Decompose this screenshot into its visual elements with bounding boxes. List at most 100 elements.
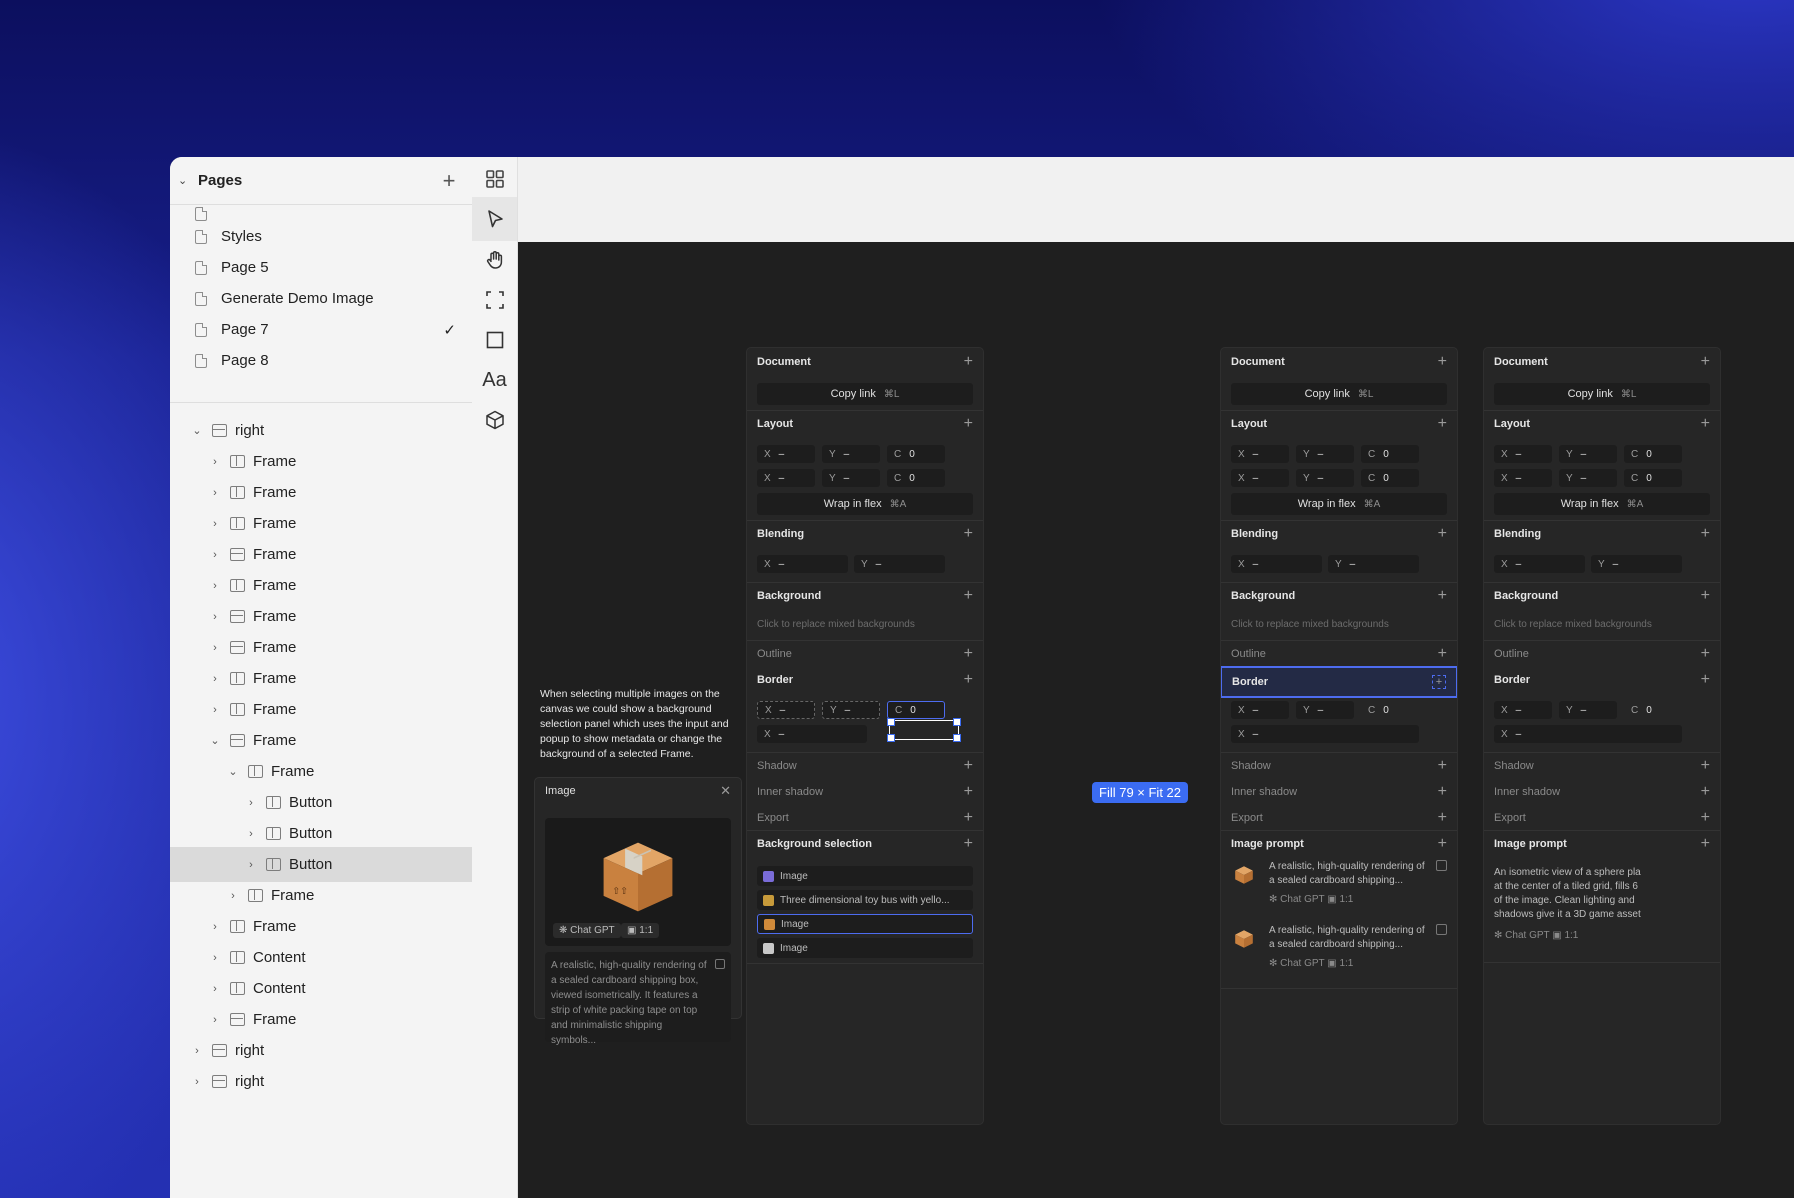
- copy-link-button[interactable]: Copy link ⌘L: [757, 383, 973, 405]
- chevron-right-icon[interactable]: ›: [208, 456, 222, 468]
- layout-x2-field[interactable]: X –: [757, 469, 815, 487]
- layer-row[interactable]: › Content: [170, 940, 472, 975]
- outline-section[interactable]: Outline +: [1484, 640, 1720, 668]
- add-icon[interactable]: +: [1701, 587, 1710, 605]
- page-item[interactable]: Page 8: [170, 343, 472, 378]
- background-placeholder[interactable]: Click to replace mixed backgrounds: [757, 619, 915, 630]
- copy-icon[interactable]: [1436, 860, 1447, 871]
- layer-row[interactable]: › Content: [170, 971, 472, 1006]
- image-prompt-section[interactable]: Image prompt +: [1221, 830, 1457, 858]
- page-item[interactable]: Generate Demo Image: [170, 281, 472, 316]
- blending-y-field[interactable]: Y –: [854, 555, 945, 573]
- layout-x-field[interactable]: X –: [1231, 445, 1289, 463]
- chevron-down-icon[interactable]: ⌄: [178, 174, 192, 187]
- document-section[interactable]: Document +: [747, 348, 983, 376]
- layout-x2-field[interactable]: X –: [1494, 469, 1552, 487]
- layer-row[interactable]: › Frame: [170, 1002, 472, 1037]
- layout-c2-field[interactable]: C0: [1624, 469, 1682, 487]
- add-icon[interactable]: +: [964, 587, 973, 605]
- layout-y-field[interactable]: Y –: [1296, 445, 1354, 463]
- copy-link-button[interactable]: Copy link ⌘L: [1494, 383, 1710, 405]
- layer-row[interactable]: ⌄ right: [170, 413, 472, 448]
- layer-row[interactable]: › Frame: [170, 506, 472, 541]
- background-section[interactable]: Background +: [747, 582, 983, 610]
- layer-row[interactable]: ⌄ Frame: [170, 723, 472, 758]
- components-icon[interactable]: [472, 157, 517, 201]
- layout-y2-field[interactable]: Y –: [1559, 469, 1617, 487]
- 3d-icon[interactable]: [472, 398, 517, 442]
- border-x-field[interactable]: X –: [1231, 701, 1289, 719]
- layer-row[interactable]: › Frame: [170, 444, 472, 479]
- inner-shadow-section[interactable]: Inner shadow +: [1484, 778, 1720, 806]
- layer-row[interactable]: ⌄ Frame: [170, 754, 472, 789]
- border-y-field[interactable]: Y –: [1296, 701, 1354, 719]
- border-c-field[interactable]: C0: [887, 701, 945, 719]
- border-x-field[interactable]: X –: [757, 701, 815, 719]
- chevron-right-icon[interactable]: ›: [208, 952, 222, 964]
- ratio-chip[interactable]: ▣ 1:1: [621, 923, 660, 938]
- layout-section[interactable]: Layout +: [1484, 410, 1720, 438]
- background-item[interactable]: Image: [757, 938, 973, 958]
- shadow-section[interactable]: Shadow +: [1484, 752, 1720, 780]
- layer-row[interactable]: › Frame: [170, 909, 472, 944]
- chevron-right-icon[interactable]: ›: [208, 611, 222, 623]
- chevron-right-icon[interactable]: ›: [190, 1076, 204, 1088]
- background-item[interactable]: Image: [757, 866, 973, 886]
- text-icon[interactable]: Aa: [472, 358, 517, 402]
- chevron-right-icon[interactable]: ›: [244, 828, 258, 840]
- layer-row[interactable]: › right: [170, 1064, 472, 1099]
- chevron-right-icon[interactable]: ›: [190, 1045, 204, 1057]
- add-icon[interactable]: +: [1438, 525, 1447, 543]
- add-icon[interactable]: +: [964, 415, 973, 433]
- add-icon[interactable]: +: [1432, 675, 1446, 689]
- copy-icon[interactable]: [1436, 924, 1447, 935]
- add-icon[interactable]: +: [964, 757, 973, 775]
- model-chip[interactable]: ❋ Chat GPT: [553, 923, 621, 938]
- export-section[interactable]: Export +: [1484, 804, 1720, 832]
- add-icon[interactable]: +: [964, 809, 973, 827]
- background-item[interactable]: Image: [757, 914, 973, 934]
- layer-row[interactable]: › Frame: [170, 692, 472, 727]
- add-icon[interactable]: +: [1438, 587, 1447, 605]
- image-prompt-section[interactable]: Image prompt +: [1484, 830, 1720, 858]
- border-section[interactable]: Border +: [1484, 666, 1720, 694]
- chevron-down-icon[interactable]: ⌄: [226, 765, 240, 778]
- layout-y2-field[interactable]: Y –: [1296, 469, 1354, 487]
- export-section[interactable]: Export +: [747, 804, 983, 832]
- copy-icon[interactable]: [715, 959, 725, 969]
- layout-c2-field[interactable]: C0: [887, 469, 945, 487]
- add-icon[interactable]: +: [1701, 645, 1710, 663]
- layer-row[interactable]: › right: [170, 1033, 472, 1068]
- border-section[interactable]: Border +: [1221, 666, 1457, 698]
- document-section[interactable]: Document +: [1221, 348, 1457, 376]
- image-preview[interactable]: ⇧⇧ ❋ Chat GPT ▣ 1:1: [545, 818, 731, 946]
- add-icon[interactable]: +: [964, 835, 973, 853]
- add-icon[interactable]: +: [964, 525, 973, 543]
- chevron-right-icon[interactable]: ›: [208, 580, 222, 592]
- pointer-icon[interactable]: [472, 197, 517, 241]
- add-page-button[interactable]: +: [438, 169, 460, 191]
- add-icon[interactable]: +: [1438, 809, 1447, 827]
- add-icon[interactable]: +: [1438, 645, 1447, 663]
- layout-y-field[interactable]: Y –: [1559, 445, 1617, 463]
- canvas[interactable]: When selecting multiple images on the ca…: [518, 157, 1794, 1198]
- layer-row[interactable]: › Frame: [170, 661, 472, 696]
- inner-shadow-section[interactable]: Inner shadow +: [747, 778, 983, 806]
- prompt-item[interactable]: A realistic, high-quality rendering of a…: [1231, 920, 1447, 990]
- add-icon[interactable]: +: [1701, 671, 1710, 689]
- add-icon[interactable]: +: [1438, 353, 1447, 371]
- chevron-right-icon[interactable]: ›: [244, 797, 258, 809]
- selection-box[interactable]: [887, 718, 961, 742]
- border-y-field[interactable]: Y –: [1559, 701, 1617, 719]
- outline-section[interactable]: Outline +: [1221, 640, 1457, 668]
- border-c-field[interactable]: C0: [1624, 701, 1682, 719]
- layout-x2-field[interactable]: X –: [1231, 469, 1289, 487]
- background-selection-section[interactable]: Background selection +: [747, 830, 983, 858]
- background-placeholder[interactable]: Click to replace mixed backgrounds: [1231, 619, 1389, 630]
- border-x2-field[interactable]: X –: [1494, 725, 1682, 743]
- shadow-section[interactable]: Shadow +: [747, 752, 983, 780]
- chevron-right-icon[interactable]: ›: [244, 859, 258, 871]
- layout-y2-field[interactable]: Y –: [822, 469, 880, 487]
- add-icon[interactable]: +: [1701, 835, 1710, 853]
- blending-x-field[interactable]: X –: [1231, 555, 1322, 573]
